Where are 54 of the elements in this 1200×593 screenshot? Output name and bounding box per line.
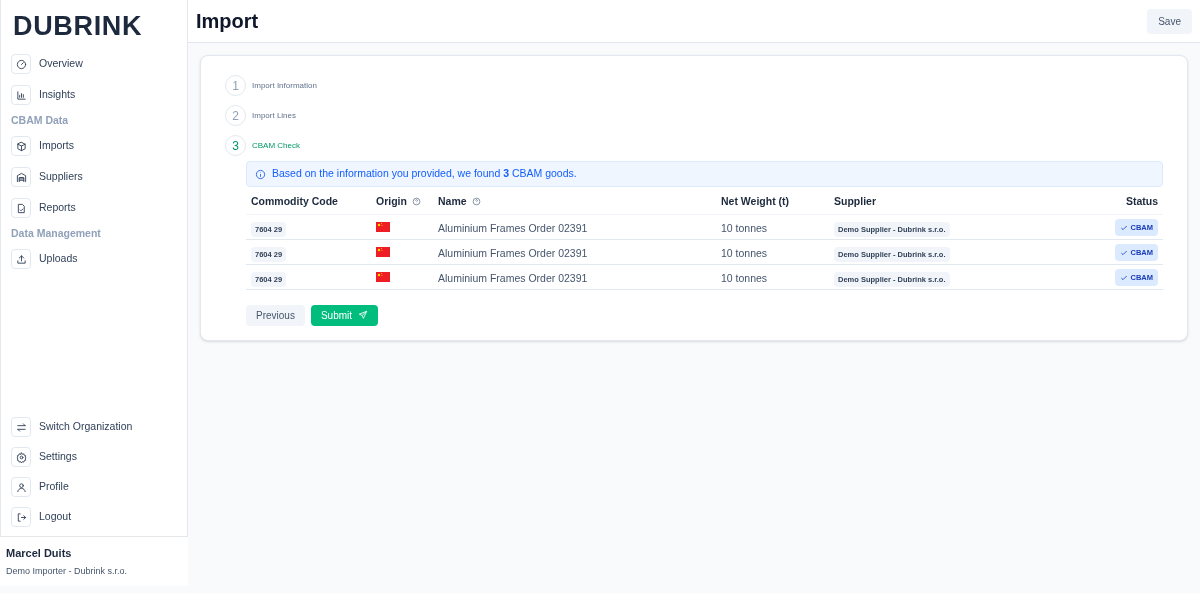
- check-icon: [1119, 273, 1128, 282]
- user-icon: [11, 477, 31, 497]
- settings-icon: [11, 447, 31, 467]
- nav-item[interactable]: Overview: [11, 48, 177, 80]
- user-name: Marcel Duits: [6, 546, 73, 561]
- help-icon: [411, 197, 421, 207]
- section-heading: Data Management: [11, 225, 102, 241]
- column-header: Net Weight (t): [721, 193, 790, 209]
- table-cell: Aluminium Frames Order 02391: [438, 221, 588, 234]
- nav-item[interactable]: Profile: [11, 472, 177, 502]
- check-icon: [1119, 223, 1128, 232]
- column-header: Name: [438, 193, 467, 209]
- column-header: Status: [1125, 193, 1158, 209]
- nav-item[interactable]: Insights: [11, 79, 177, 111]
- flag-icon: [376, 246, 390, 257]
- send-icon: [358, 310, 369, 320]
- cube-icon: [11, 136, 31, 156]
- gauge-icon: [11, 54, 31, 74]
- previous-button[interactable]: Previous: [246, 304, 305, 326]
- table-cell: Aluminium Frames Order 02391: [438, 246, 588, 259]
- check-icon: [1119, 248, 1128, 257]
- upload-icon: [11, 249, 31, 269]
- table-cell: Aluminium Frames Order 02391: [438, 271, 588, 284]
- save-button[interactable]: Save: [1147, 8, 1192, 34]
- nav-item[interactable]: Logout: [11, 502, 177, 532]
- document-icon: [11, 198, 31, 218]
- step-label: Import Information: [252, 79, 317, 92]
- column-header: Commodity Code: [251, 193, 338, 209]
- nav-item[interactable]: Switch Organization: [11, 412, 177, 442]
- page-title: Import: [196, 9, 259, 34]
- help-icon: [471, 197, 481, 207]
- column-header: Supplier: [834, 193, 876, 209]
- step-label: Import Lines: [252, 109, 297, 122]
- column-header: Origin: [376, 193, 407, 209]
- flag-icon: [376, 271, 390, 282]
- nav-item[interactable]: Settings: [11, 442, 177, 472]
- user-organization: Demo Importer - Dubrink s.r.o.: [6, 564, 129, 578]
- table-cell: 10 tonnes: [721, 221, 768, 234]
- notice-text: Based on the information you provided, we found 3 CBAM goods.: [272, 166, 577, 182]
- nav-item[interactable]: Reports: [11, 192, 177, 224]
- bar-chart-icon: [11, 85, 31, 105]
- info-icon: [255, 168, 266, 180]
- step-label: CBAM Check: [252, 139, 300, 152]
- logout-icon: [11, 507, 31, 527]
- warehouse-icon: [11, 167, 31, 187]
- nav-item[interactable]: Suppliers: [11, 161, 177, 193]
- nav-item[interactable]: Uploads: [11, 243, 177, 275]
- nav-item[interactable]: Imports: [11, 130, 177, 162]
- swap-arrows-icon: [11, 417, 31, 437]
- section-heading: CBAM Data: [11, 112, 70, 128]
- brand-logo: DUBRINK: [12, 10, 144, 43]
- flag-icon: [376, 221, 390, 232]
- table-cell: 10 tonnes: [721, 271, 768, 284]
- table-cell: 10 tonnes: [721, 246, 768, 259]
